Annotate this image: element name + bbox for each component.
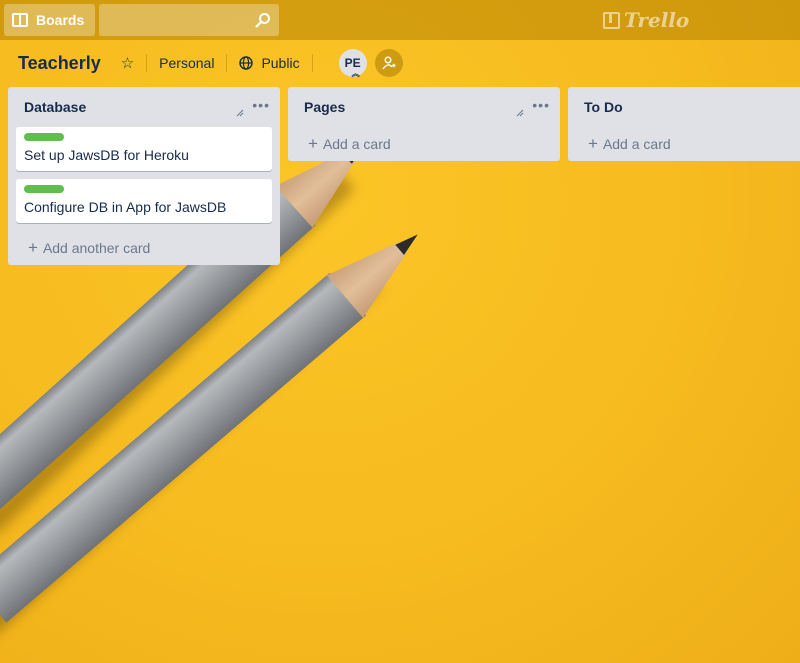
add-card-label: Add a card	[602, 136, 671, 152]
boards-icon	[12, 13, 28, 27]
list-title[interactable]: Pages	[304, 99, 345, 115]
add-card-label: Add a card	[322, 136, 391, 152]
search-input[interactable]	[99, 4, 279, 36]
plus-icon: +	[588, 134, 598, 153]
card[interactable]: Set up JawsDB for Heroku	[16, 127, 272, 171]
list-header[interactable]: To Do	[568, 87, 800, 127]
avatar[interactable]: PE ︽	[338, 49, 367, 78]
list-header[interactable]: Database •••	[8, 87, 280, 127]
list-header[interactable]: Pages •••	[288, 87, 560, 127]
list-title[interactable]: Database	[24, 99, 86, 115]
board-header: Teacherly ☆ Personal Public PE ︽	[0, 44, 800, 82]
search-icon[interactable]	[255, 12, 271, 28]
resize-handle-icon	[236, 109, 244, 117]
trello-logo[interactable]: Trello	[603, 8, 689, 32]
team-visibility-button[interactable]: Personal	[159, 55, 214, 71]
add-card-label: Add another card	[42, 240, 151, 256]
card-title: Set up JawsDB for Heroku	[24, 147, 189, 163]
add-card-button[interactable]: + Add a card	[568, 127, 800, 161]
plus-icon: +	[308, 134, 318, 153]
board-title[interactable]: Teacherly	[18, 53, 101, 74]
invite-button[interactable]	[374, 49, 403, 77]
trello-logo-icon	[603, 11, 620, 29]
boards-label: Boards	[36, 12, 85, 28]
list-todo: To Do + Add a card	[568, 87, 800, 161]
globe-icon[interactable]	[239, 56, 254, 70]
top-header: Boards Trello	[0, 0, 800, 40]
logo-text: Trello	[624, 8, 690, 32]
public-visibility-button[interactable]: Public	[261, 55, 299, 71]
divider	[311, 54, 313, 72]
admin-chevron-icon: ︽	[351, 69, 360, 78]
list-pages: Pages ••• + Add a card	[288, 87, 560, 161]
divider	[226, 54, 228, 72]
list-title[interactable]: To Do	[584, 99, 623, 115]
card[interactable]: Configure DB in App for JawsDB	[16, 179, 272, 223]
card-title: Configure DB in App for JawsDB	[24, 199, 227, 215]
boards-button[interactable]: Boards	[4, 4, 95, 36]
plus-icon: +	[28, 238, 38, 257]
green-label[interactable]	[24, 185, 64, 193]
list-database: Database ••• Set up JawsDB for Heroku Co…	[8, 87, 280, 265]
star-icon[interactable]: ☆	[121, 54, 134, 72]
list-menu-icon[interactable]: •••	[252, 97, 270, 113]
resize-handle-icon	[516, 109, 524, 117]
add-card-button[interactable]: + Add another card	[8, 231, 280, 265]
add-member-icon	[382, 56, 396, 70]
list-menu-icon[interactable]: •••	[532, 97, 550, 113]
green-label[interactable]	[24, 133, 64, 141]
add-card-button[interactable]: + Add a card	[288, 127, 560, 161]
divider	[146, 54, 148, 72]
